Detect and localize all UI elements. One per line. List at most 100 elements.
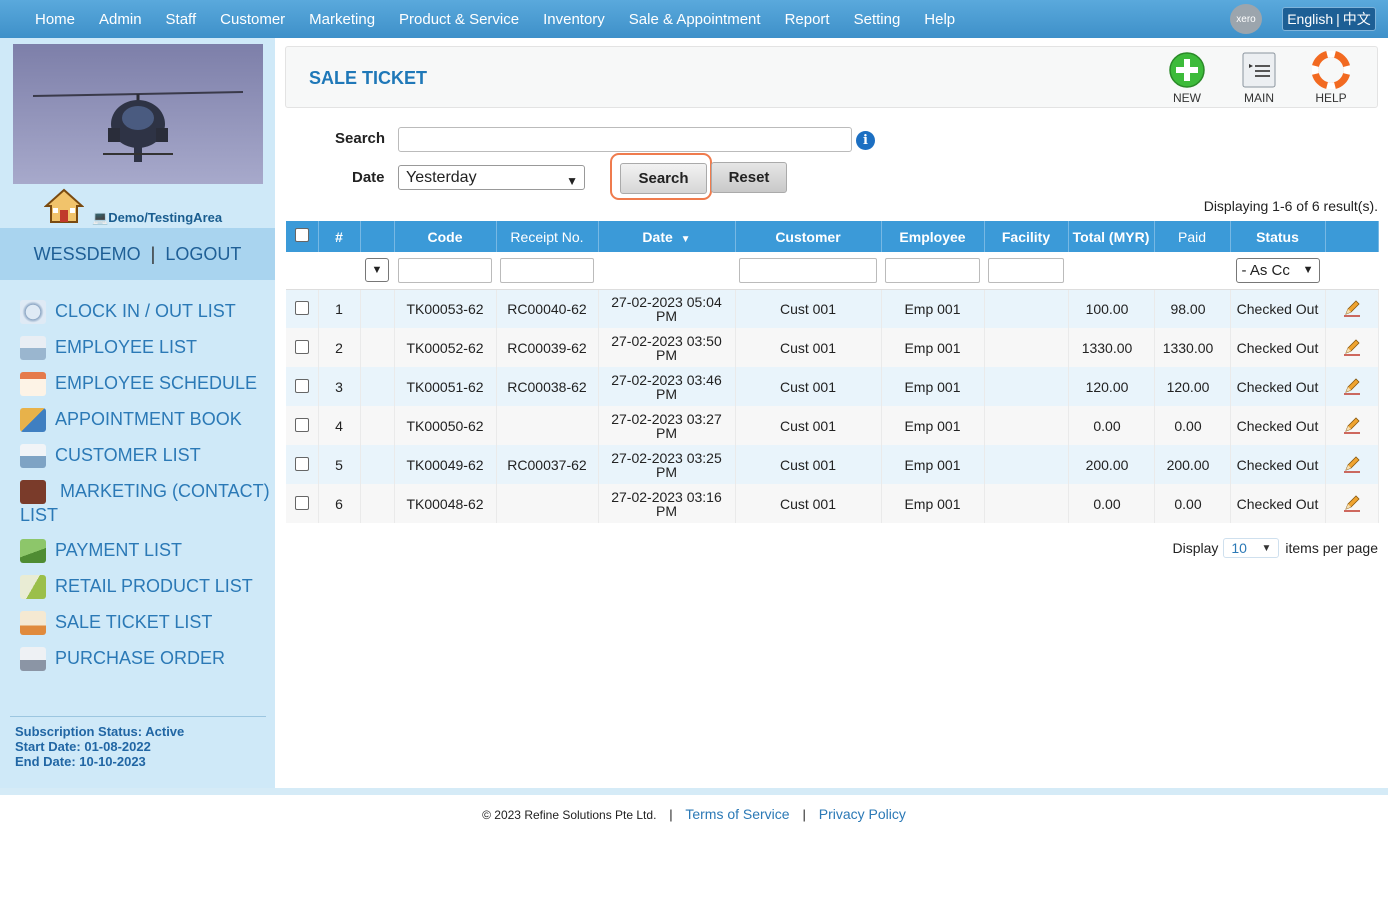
- cell-date-value: 27-02-2023 03:50: [611, 332, 722, 349]
- nav-help[interactable]: Help: [924, 11, 955, 28]
- marketing-icon: [20, 480, 46, 505]
- info-icon[interactable]: i: [856, 131, 875, 150]
- area-link[interactable]: 💻Demo/TestingArea: [92, 210, 222, 226]
- sidebar-item-purchase-order[interactable]: PURCHASE ORDER: [20, 647, 270, 672]
- sidebar-item-marketing-contact-list[interactable]: MARKETING (CONTACT) LIST: [20, 480, 270, 527]
- home-icon[interactable]: [43, 188, 85, 224]
- pencil-icon[interactable]: [1342, 415, 1362, 435]
- nav-admin[interactable]: Admin: [99, 11, 142, 28]
- cell-code[interactable]: TK00049-62: [394, 445, 497, 484]
- cell-employee: Emp 001: [881, 484, 985, 523]
- list-icon: [1240, 51, 1278, 89]
- result-count: Displaying 1-6 of 6 result(s).: [1203, 198, 1378, 214]
- nav-sale-appointment[interactable]: Sale & Appointment: [629, 11, 761, 28]
- sidebar-item-employee-schedule[interactable]: EMPLOYEE SCHEDULE: [20, 372, 270, 396]
- pencil-icon[interactable]: [1342, 454, 1362, 474]
- xero-icon[interactable]: xero: [1230, 4, 1262, 34]
- cell-date: 27-02-2023 03:16 PM: [598, 484, 736, 523]
- column-header-customer[interactable]: Customer: [735, 221, 882, 252]
- cell-paid: 0.00: [1154, 406, 1231, 445]
- select-all-checkbox[interactable]: [294, 228, 309, 242]
- column-header-paid: Paid: [1154, 221, 1231, 252]
- pencil-icon[interactable]: [1342, 337, 1362, 357]
- row-checkbox[interactable]: [294, 300, 309, 315]
- privacy-link[interactable]: Privacy Policy: [819, 806, 906, 822]
- cell-code[interactable]: TK00053-62: [394, 289, 497, 328]
- ticket-icon: [20, 611, 46, 636]
- sidebar-item-clock-in-out[interactable]: CLOCK IN / OUT LIST: [20, 300, 270, 324]
- sale-ticket-table: # Code Receipt No. Date ▼ Customer Emplo…: [286, 221, 1379, 523]
- column-header-status[interactable]: Status: [1230, 221, 1326, 252]
- sidebar-item-sale-ticket-list[interactable]: SALE TICKET LIST: [20, 611, 270, 636]
- cell-code[interactable]: TK00050-62: [394, 406, 497, 445]
- row-checkbox[interactable]: [294, 417, 309, 432]
- cell-employee: Emp 001: [881, 289, 985, 328]
- sidebar-item-customer-list[interactable]: CUSTOMER LIST: [20, 444, 270, 468]
- date-select[interactable]: Yesterday ▼: [398, 165, 585, 190]
- per-page-select[interactable]: 10 ▼: [1223, 538, 1280, 558]
- column-header-facility[interactable]: Facility: [984, 221, 1069, 252]
- sidebar-item-employee-list[interactable]: EMPLOYEE LIST: [20, 336, 270, 360]
- column-header-date-label: Date: [642, 228, 673, 245]
- filter-blank-select[interactable]: ▼: [365, 258, 389, 283]
- cell-date-value: 27-02-2023 05:04: [611, 293, 722, 310]
- nav-inventory[interactable]: Inventory: [543, 11, 605, 28]
- sidebar-item-payment-list[interactable]: PAYMENT LIST: [20, 539, 270, 564]
- cell-employee: Emp 001: [881, 328, 985, 367]
- lang-chinese[interactable]: 中文: [1343, 9, 1371, 29]
- column-header-total[interactable]: Total (MYR): [1068, 221, 1155, 252]
- column-header-code[interactable]: Code: [394, 221, 497, 252]
- pencil-icon[interactable]: [1342, 298, 1362, 318]
- sidebar-item-appointment-book[interactable]: APPOINTMENT BOOK: [20, 408, 270, 432]
- nav-customer[interactable]: Customer: [220, 11, 285, 28]
- sidebar-item-retail-product-list[interactable]: RETAIL PRODUCT LIST: [20, 575, 270, 600]
- filter-customer-input[interactable]: [739, 257, 877, 283]
- nav-marketing[interactable]: Marketing: [309, 11, 375, 28]
- page-header: SALE TICKET NEW MAIN HELP: [285, 46, 1378, 108]
- terms-link[interactable]: Terms of Service: [685, 806, 789, 822]
- column-header-date[interactable]: Date ▼: [598, 221, 736, 252]
- logout-link[interactable]: LOGOUT: [165, 244, 241, 265]
- cell-customer: Cust 001: [735, 367, 882, 406]
- nav-report[interactable]: Report: [785, 11, 830, 28]
- cell-customer: Cust 001: [735, 289, 882, 328]
- search-input[interactable]: [398, 127, 852, 152]
- language-switcher[interactable]: English | 中文: [1282, 7, 1376, 31]
- nav-setting[interactable]: Setting: [854, 11, 901, 28]
- pencil-icon[interactable]: [1342, 376, 1362, 396]
- cell-code[interactable]: TK00048-62: [394, 484, 497, 523]
- filter-code-input[interactable]: [398, 257, 492, 283]
- cell-customer: Cust 001: [735, 484, 882, 523]
- sidebar-item-label: SALE TICKET LIST: [55, 612, 213, 633]
- main-button[interactable]: MAIN: [1234, 51, 1284, 105]
- row-checkbox[interactable]: [294, 378, 309, 393]
- pencil-icon[interactable]: [1342, 493, 1362, 513]
- cell-code[interactable]: TK00051-62: [394, 367, 497, 406]
- filter-status-select[interactable]: - As Cc ▼: [1235, 257, 1320, 283]
- cell-date-value: 27-02-2023 03:16: [611, 488, 722, 505]
- filter-facility-input[interactable]: [988, 257, 1064, 283]
- new-button[interactable]: NEW: [1162, 51, 1212, 105]
- row-checkbox[interactable]: [294, 339, 309, 354]
- main-button-label: MAIN: [1244, 91, 1274, 105]
- nav-staff[interactable]: Staff: [166, 11, 197, 28]
- row-checkbox[interactable]: [294, 456, 309, 471]
- help-button[interactable]: HELP: [1306, 50, 1356, 105]
- copyright-text: © 2023 Refine Solutions Pte Ltd.: [482, 808, 657, 822]
- cell-status: Checked Out: [1230, 406, 1326, 445]
- cell-status: Checked Out: [1230, 328, 1326, 367]
- xero-label: xero: [1236, 13, 1256, 25]
- reset-button[interactable]: Reset: [711, 162, 787, 193]
- filter-employee-input[interactable]: [885, 257, 980, 283]
- pager: Display 10 ▼ items per page: [1172, 538, 1378, 558]
- search-button[interactable]: Search: [620, 163, 707, 194]
- nav-product-service[interactable]: Product & Service: [399, 11, 519, 28]
- cell-date: 27-02-2023 05:04 PM: [598, 289, 736, 328]
- nav-home[interactable]: Home: [35, 11, 75, 28]
- row-checkbox[interactable]: [294, 495, 309, 510]
- username-link[interactable]: WESSDEMO: [34, 244, 141, 265]
- cell-code[interactable]: TK00052-62: [394, 328, 497, 367]
- column-header-employee[interactable]: Employee: [881, 221, 985, 252]
- lang-english[interactable]: English: [1287, 11, 1333, 27]
- filter-receipt-input[interactable]: [500, 257, 594, 283]
